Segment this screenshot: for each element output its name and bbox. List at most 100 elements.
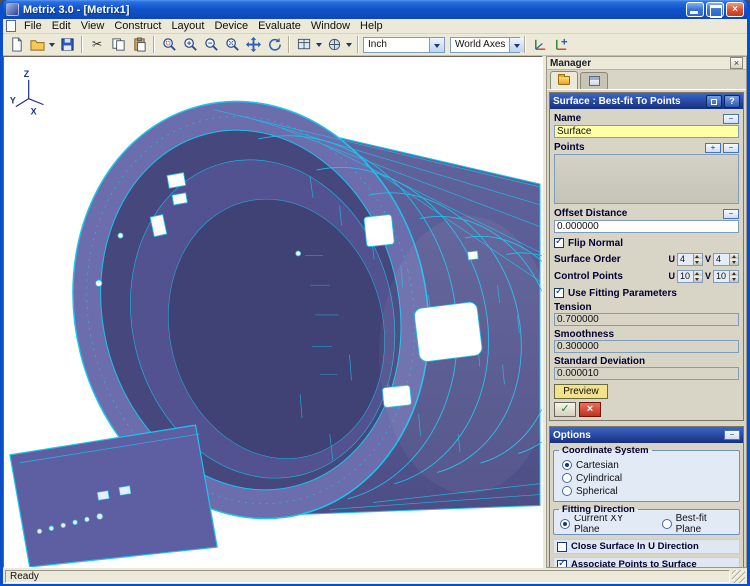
control-points-v-stepper[interactable]: 10 <box>713 269 739 283</box>
toolbar: ✂ Inch World Axes <box>3 34 747 56</box>
display-mode-icon <box>328 38 340 51</box>
tab-properties[interactable] <box>580 72 608 89</box>
save-button[interactable] <box>57 35 77 54</box>
use-fitting-checkbox[interactable] <box>554 286 564 298</box>
units-combo[interactable]: Inch <box>363 36 445 53</box>
open-folder-icon <box>29 40 45 51</box>
spin-down-button[interactable] <box>730 276 738 282</box>
view-presets-button[interactable] <box>294 35 314 54</box>
zoom-in-button[interactable] <box>180 35 200 54</box>
axis-y-label: Y <box>10 96 16 106</box>
spin-down-button[interactable] <box>730 259 738 265</box>
surface-order-v-stepper[interactable]: 4 <box>713 252 739 266</box>
axes-display-button[interactable] <box>530 35 550 54</box>
offset-collapse-button[interactable]: − <box>723 208 739 219</box>
folder-icon <box>558 74 570 85</box>
radio-cartesian[interactable] <box>562 460 572 470</box>
menu-edit[interactable]: Edit <box>47 20 76 32</box>
client-area: Z Y X Manager × Surface : Best-fit To Po… <box>3 56 747 568</box>
coordinate-system-legend: Coordinate System <box>559 445 652 456</box>
points-add-button[interactable]: + <box>705 142 721 153</box>
view-presets-dropdown-arrow[interactable] <box>315 35 323 54</box>
menu-file[interactable]: File <box>19 20 47 32</box>
manager-header: Manager × <box>547 57 746 70</box>
menu-device[interactable]: Device <box>209 20 253 32</box>
options-collapse-button[interactable]: − <box>724 430 740 440</box>
name-input[interactable] <box>554 125 739 138</box>
radio-current-xy-plane[interactable] <box>560 519 570 529</box>
cut-icon: ✂ <box>91 37 103 51</box>
minimize-button[interactable] <box>686 2 704 17</box>
maximize-button[interactable] <box>706 2 724 18</box>
menu-help[interactable]: Help <box>355 20 388 32</box>
document-icon[interactable] <box>6 20 16 32</box>
associate-points-checkbox[interactable] <box>557 558 567 567</box>
points-listbox[interactable] <box>554 154 739 204</box>
axes-combo-value: World Axes <box>455 39 506 50</box>
smoothness-input[interactable] <box>554 340 739 353</box>
rotate-view-button[interactable] <box>264 35 284 54</box>
display-mode-dropdown-arrow[interactable] <box>345 35 353 54</box>
radio-best-fit-plane[interactable] <box>661 519 672 529</box>
zoom-out-button[interactable] <box>201 35 221 54</box>
view-presets-icon <box>297 38 310 50</box>
units-combo-value: Inch <box>368 39 387 50</box>
stddev-label: Standard Deviation <box>554 355 646 367</box>
axes-add-button[interactable] <box>551 35 571 54</box>
name-collapse-button[interactable]: − <box>723 113 739 124</box>
display-mode-button[interactable] <box>324 35 344 54</box>
stddev-input[interactable] <box>554 367 739 380</box>
paste-button[interactable] <box>129 35 149 54</box>
menu-window[interactable]: Window <box>306 20 355 32</box>
open-dropdown-arrow[interactable] <box>48 35 56 54</box>
radio-cartesian-label: Cartesian <box>576 459 619 471</box>
name-label: Name <box>554 113 582 124</box>
zoom-window-button[interactable] <box>159 35 179 54</box>
spin-down-button[interactable] <box>693 259 702 265</box>
tab-browser[interactable] <box>550 71 578 89</box>
dialog-pin-button[interactable] <box>706 94 722 108</box>
zoom-out-icon <box>204 38 218 51</box>
fitting-direction-legend: Fitting Direction <box>559 504 638 515</box>
radio-cylindrical-label: Cylindrical <box>576 472 623 484</box>
open-button[interactable] <box>27 35 47 54</box>
properties-icon <box>588 76 600 86</box>
options-header: Options − <box>550 427 743 443</box>
axes-combo-arrow-icon[interactable] <box>509 37 525 52</box>
axes-combo[interactable]: World Axes <box>450 36 525 53</box>
flip-normal-checkbox[interactable] <box>554 236 564 248</box>
manager-close-button[interactable]: × <box>730 57 743 69</box>
resize-grip[interactable] <box>732 569 745 583</box>
titlebar[interactable]: Metrix 3.0 - [Metrix1] × <box>3 0 747 19</box>
menu-view[interactable]: View <box>76 20 110 32</box>
close-surface-checkbox[interactable] <box>557 541 567 552</box>
cancel-button[interactable]: × <box>579 402 601 417</box>
control-points-v-value: 10 <box>716 270 727 281</box>
spin-down-button[interactable] <box>693 276 702 282</box>
preview-button[interactable]: Preview <box>554 384 608 399</box>
cut-button[interactable]: ✂ <box>87 35 107 54</box>
apply-button[interactable]: ✓ <box>554 402 576 417</box>
axis-x-label: X <box>31 107 37 117</box>
control-points-u-stepper[interactable]: 10 <box>676 269 703 283</box>
points-collapse-button[interactable]: − <box>723 142 739 153</box>
surface-order-u-stepper[interactable]: 4 <box>676 252 703 266</box>
app-icon <box>6 3 19 16</box>
copy-button[interactable] <box>108 35 128 54</box>
viewport-3d[interactable]: Z Y X <box>3 56 543 568</box>
zoom-extents-button[interactable] <box>222 35 242 54</box>
units-combo-arrow-icon[interactable] <box>429 37 444 52</box>
tension-input[interactable] <box>554 313 739 326</box>
menu-layout[interactable]: Layout <box>166 20 209 32</box>
dialog-help-button[interactable]: ? <box>724 94 740 108</box>
menu-evaluate[interactable]: Evaluate <box>253 20 306 32</box>
pan-button[interactable] <box>243 35 263 54</box>
offset-distance-input[interactable] <box>554 220 739 233</box>
menu-construct[interactable]: Construct <box>109 20 166 32</box>
toolbar-separator <box>153 36 155 53</box>
radio-spherical[interactable] <box>562 486 572 496</box>
radio-cylindrical[interactable] <box>562 473 572 483</box>
control-points-u-value: 10 <box>679 270 690 281</box>
close-button[interactable]: × <box>726 2 744 17</box>
new-button[interactable] <box>6 35 26 54</box>
